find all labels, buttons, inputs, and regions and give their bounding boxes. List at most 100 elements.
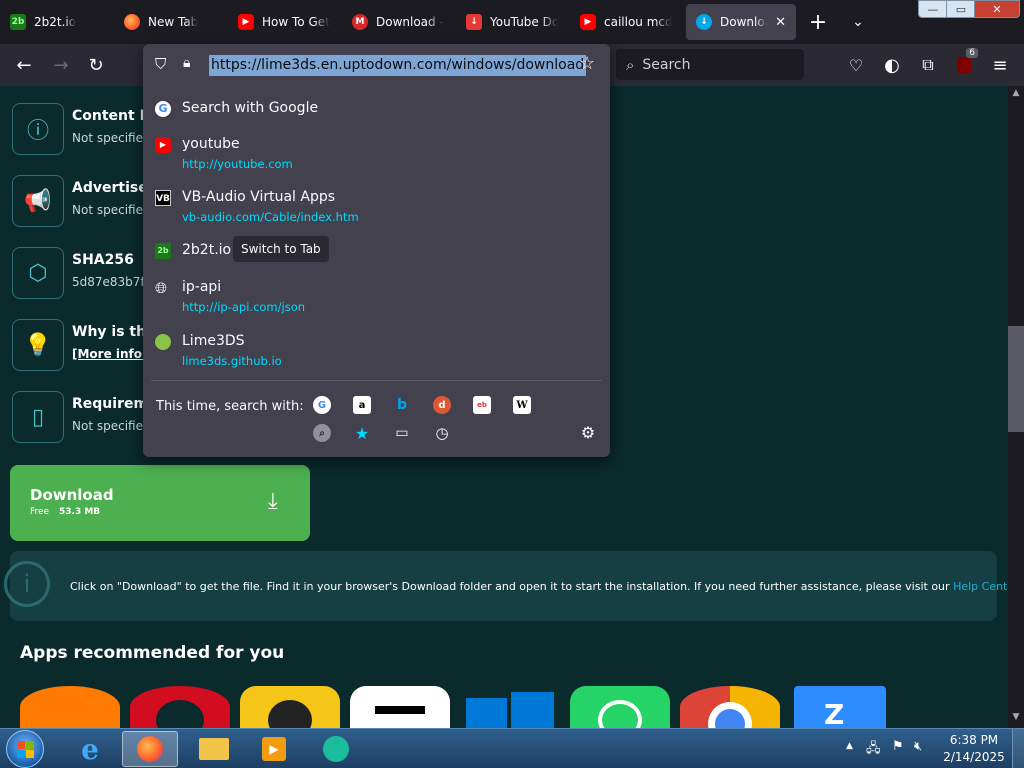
shield-icon[interactable]: ⛉ — [155, 55, 166, 73]
app-tile-windows-icon[interactable] — [466, 690, 554, 728]
app-tile-chrome-icon[interactable] — [680, 686, 780, 728]
2b2t-icon: 2b — [155, 243, 171, 259]
scroll-down-icon[interactable]: ▼ — [1008, 712, 1024, 722]
suggestion-title: youtube — [182, 136, 240, 152]
search-placeholder: Search — [642, 56, 691, 73]
network-icon[interactable]: 🖧︎ — [866, 739, 881, 761]
media-player-icon[interactable]: ▶ — [246, 731, 302, 767]
app-tile-zoom-icon[interactable]: Z — [794, 686, 886, 731]
2b2t-icon: 2b — [10, 14, 26, 30]
bookmarks-star-icon[interactable]: ★ — [353, 424, 371, 443]
phone-icon: ▯ — [12, 391, 64, 443]
suggestion-url: vb-audio.com/Cable/index.htm — [182, 210, 359, 224]
search-icon: ⌕ — [626, 55, 635, 74]
extensions-puzzle-icon[interactable]: ⧉ — [916, 53, 940, 77]
app-tile-whatsapp-icon[interactable] — [570, 686, 670, 740]
tab-new-tab[interactable]: New Tab — [114, 4, 226, 40]
wikipedia-engine-icon[interactable]: W — [513, 396, 531, 414]
info-icon: i — [4, 561, 50, 607]
download-button[interactable]: Download Free 53.3 MB ⤓ — [10, 465, 310, 541]
divider — [151, 380, 602, 381]
amazon-engine-icon[interactable]: a — [353, 396, 371, 414]
tab-caillou[interactable]: ▶ caillou mcdc — [570, 4, 682, 40]
ebay-engine-icon[interactable]: eb — [473, 396, 491, 414]
switch-to-tab-button[interactable]: Switch to Tab — [233, 236, 329, 262]
youtube-icon: ▶ — [155, 137, 171, 153]
volume-muted-icon[interactable]: 🔇︎ — [914, 739, 922, 754]
maximize-button[interactable]: ▭ — [946, 0, 976, 18]
bookmark-star-icon[interactable]: ☆ — [579, 53, 595, 74]
lime3ds-icon — [155, 334, 171, 350]
tab-download-active[interactable]: ↓ Download ✕ — [686, 4, 796, 40]
vb-audio-icon: VB — [155, 190, 171, 206]
download-info-bar: i Click on "Download" to get the file. F… — [4, 551, 1019, 621]
app-tile-opera-icon[interactable] — [130, 686, 230, 740]
close-icon[interactable]: ✕ — [775, 15, 786, 30]
explorer-folder-icon[interactable] — [186, 731, 242, 767]
tab-2b2t[interactable]: 2b 2b2t.io — [0, 4, 112, 40]
back-arrow-icon[interactable]: ← — [12, 53, 36, 77]
show-desktop-button[interactable] — [1012, 729, 1024, 768]
chevron-down-icon[interactable]: ⌄ — [846, 10, 870, 34]
firefox-icon — [124, 14, 140, 30]
search-input[interactable]: ⌕ Search — [616, 49, 804, 80]
extension-badge: 6 — [966, 48, 978, 58]
youtube-icon: ▶ — [580, 14, 596, 30]
search-magnifier-icon[interactable]: ⌕ — [313, 424, 331, 442]
bing-engine-icon[interactable]: b — [393, 396, 411, 414]
lightbulb-icon: 💡 — [12, 319, 64, 371]
tab-download-mega[interactable]: M Download - F — [342, 4, 454, 40]
page-scrollbar[interactable]: ▲ ▼ — [1008, 86, 1024, 728]
tab-label: New Tab — [148, 15, 199, 29]
history-clock-icon[interactable]: ◷ — [433, 424, 451, 442]
lock-icon[interactable]: 🔒︎ — [183, 55, 190, 71]
flag-icon[interactable]: ⚑ — [892, 739, 904, 754]
download-label: Download — [30, 486, 114, 504]
spec-value: Not specified — [72, 419, 151, 433]
tab-label: YouTube Do — [490, 15, 558, 29]
app-tile-yellow-icon[interactable] — [240, 686, 340, 740]
megaphone-icon: 📢 — [12, 175, 64, 227]
tab-label: 2b2t.io — [34, 15, 77, 29]
ie-icon[interactable]: e — [62, 731, 118, 767]
suggestion-title: ip-api — [182, 279, 222, 295]
suggestion-url: lime3ds.github.io — [182, 354, 282, 368]
ublock-icon[interactable]: 6 — [952, 48, 978, 77]
tab-how-to-get[interactable]: ▶ How To Get — [228, 4, 340, 40]
app-teal-icon[interactable] — [308, 731, 364, 767]
clock-date[interactable]: 2/14/2025 — [942, 750, 1006, 764]
mega-icon: M — [352, 14, 368, 30]
url-input[interactable]: https://lime3ds.en.uptodown.com/windows/… — [209, 55, 587, 76]
clock-time[interactable]: 6:38 PM — [944, 733, 1004, 747]
settings-gear-icon[interactable]: ⚙ — [579, 423, 597, 442]
info-text: Click on "Download" to get the file. Fin… — [70, 580, 950, 593]
scrollbar-thumb[interactable] — [1008, 326, 1024, 432]
spec-title: SHA256 — [72, 252, 134, 268]
hamburger-menu-icon[interactable]: ≡ — [988, 53, 1012, 77]
new-tab-plus-icon[interactable]: + — [806, 10, 830, 35]
tab-label: Download — [720, 15, 767, 29]
uptodown-icon: ↓ — [696, 14, 712, 30]
app-tile-capcut-icon[interactable] — [350, 686, 450, 728]
cube-icon: ⬡ — [12, 247, 64, 299]
minimize-button[interactable]: — — [918, 0, 948, 18]
reload-icon[interactable]: ↻ — [84, 53, 108, 77]
tab-youtube-downloader[interactable]: ↓ YouTube Do — [456, 4, 568, 40]
close-window-button[interactable]: ✕ — [974, 0, 1020, 18]
recommended-heading: Apps recommended for you — [20, 643, 285, 663]
suggestion-url: http://ip-api.com/json — [182, 300, 306, 314]
pocket-icon[interactable]: ♡ — [844, 53, 868, 77]
duckduckgo-engine-icon[interactable]: d — [433, 396, 451, 414]
download-size: 53.3 MB — [59, 507, 101, 517]
app-tile-vlc-icon[interactable] — [20, 686, 120, 728]
google-engine-icon[interactable]: G — [313, 396, 331, 414]
firefox-taskbar-icon[interactable] — [122, 731, 178, 767]
account-icon[interactable]: ◐ — [880, 53, 904, 77]
tabs-icon[interactable]: ▭ — [393, 424, 411, 442]
start-button[interactable] — [6, 730, 44, 768]
download-icon: ⤓ — [268, 489, 278, 514]
tab-label: Download - F — [376, 15, 444, 29]
scroll-up-icon[interactable]: ▲ — [1008, 88, 1024, 98]
forward-arrow-icon[interactable]: → — [49, 53, 73, 77]
tray-expand-icon[interactable]: ▲ — [846, 741, 853, 751]
